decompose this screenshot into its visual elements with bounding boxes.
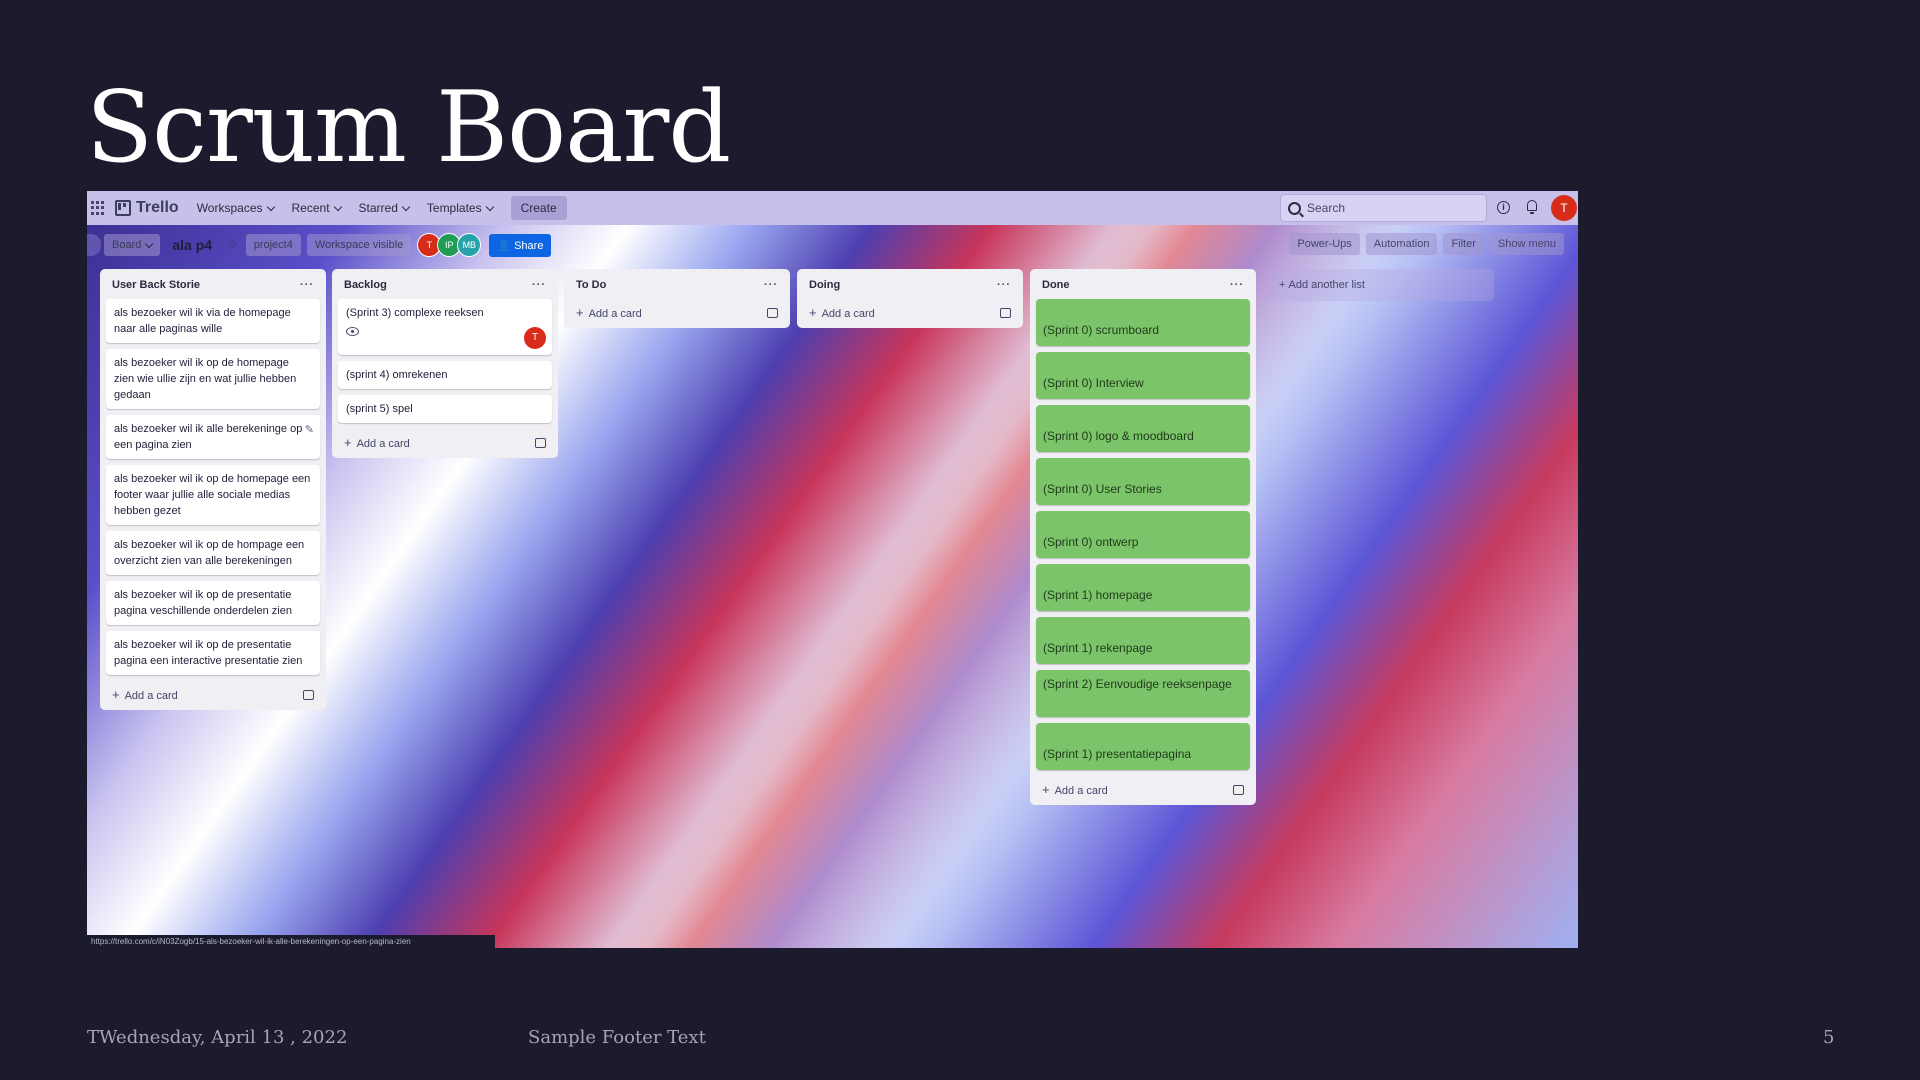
trello-screenshot: Trello Workspaces Recent Starred Templat…	[87, 191, 1578, 948]
plus-icon: +	[112, 687, 120, 702]
nav-templates[interactable]: Templates	[427, 201, 494, 215]
show-menu-button[interactable]: Show menu	[1489, 233, 1564, 255]
card-template-icon[interactable]	[1233, 784, 1244, 795]
list-title[interactable]: Done	[1042, 279, 1070, 291]
chevron-down-icon	[485, 202, 494, 211]
card[interactable]: als bezoeker wil ik via de homepage naar…	[106, 299, 320, 343]
card[interactable]: (Sprint 1) homepage	[1036, 564, 1250, 611]
card[interactable]: als bezoeker wil ik op de hompage een ov…	[106, 531, 320, 575]
list-title[interactable]: Doing	[809, 279, 840, 291]
trello-logo[interactable]: Trello	[115, 199, 179, 217]
plus-icon: +	[809, 305, 817, 320]
avatar[interactable]: T	[1551, 195, 1577, 221]
card[interactable]: (sprint 5) spel	[338, 395, 552, 423]
add-card-button[interactable]: + Add a card	[576, 305, 642, 320]
footer-text: Sample Footer Text	[528, 1027, 706, 1048]
card[interactable]: als bezoeker wil ik alle berekeninge op …	[106, 415, 320, 459]
nav-starred[interactable]: Starred	[359, 201, 411, 215]
sidebar-expand-button[interactable]	[87, 234, 101, 256]
card-template-icon[interactable]	[1000, 307, 1011, 318]
nav-recent[interactable]: Recent	[292, 201, 342, 215]
info-icon[interactable]: i	[1497, 201, 1510, 214]
create-button[interactable]: Create	[510, 196, 567, 220]
card[interactable]: (Sprint 3) complexe reeksen T	[338, 299, 552, 355]
add-card-button[interactable]: + Add a card	[112, 687, 178, 702]
plus-icon: +	[576, 305, 584, 320]
card[interactable]: als bezoeker wil ik op de presentatie pa…	[106, 631, 320, 675]
workspace-button[interactable]: project4	[245, 234, 301, 256]
chevron-down-icon	[333, 202, 342, 211]
card[interactable]: (sprint 4) omrekenen	[338, 361, 552, 389]
share-button[interactable]: 👤 Share	[489, 233, 552, 257]
search-input[interactable]: Search	[1280, 194, 1487, 222]
board-view-switcher[interactable]: Board	[104, 234, 161, 256]
star-icon[interactable]: ☆	[226, 237, 238, 253]
chevron-down-icon	[401, 202, 411, 211]
automation-button[interactable]: Automation	[1365, 233, 1438, 255]
watch-eye-icon	[346, 327, 359, 336]
add-card-button[interactable]: + Add a card	[1042, 782, 1108, 797]
edit-pencil-icon[interactable]: ✎	[305, 422, 314, 438]
list-user-back-storie: User Back Storie ··· als bezoeker wil ik…	[100, 269, 326, 710]
plus-icon: +	[344, 435, 352, 450]
card[interactable]: (Sprint 2) Eenvoudige reeksenpage	[1036, 670, 1250, 717]
card-template-icon[interactable]	[535, 437, 546, 448]
add-card-button[interactable]: + Add a card	[344, 435, 410, 450]
list-title[interactable]: Backlog	[344, 279, 387, 291]
list-done: Done ··· (Sprint 0) scrumboard (Sprint 0…	[1030, 269, 1256, 805]
card-template-icon[interactable]	[767, 307, 778, 318]
visibility-button[interactable]: Workspace visible	[306, 234, 412, 256]
list-title[interactable]: User Back Storie	[112, 279, 200, 291]
board-actions: Power-Ups Automation Filter Show menu	[1289, 233, 1570, 255]
list-backlog: Backlog ··· (Sprint 3) complexe reeksen …	[332, 269, 558, 458]
list-menu-icon[interactable]: ···	[532, 279, 546, 291]
card-member-avatar[interactable]: T	[524, 327, 546, 349]
footer-date: TWednesday, April 13 , 2022	[87, 1027, 348, 1048]
member-avatar[interactable]: MB	[457, 233, 482, 257]
top-nav: Trello Workspaces Recent Starred Templat…	[87, 191, 1578, 225]
card[interactable]: (Sprint 0) User Stories	[1036, 458, 1250, 505]
list-doing: Doing ··· + Add a card	[797, 269, 1023, 328]
card[interactable]: (Sprint 0) scrumboard	[1036, 299, 1250, 346]
power-ups-button[interactable]: Power-Ups	[1289, 233, 1360, 255]
app-switcher-icon[interactable]	[91, 201, 105, 215]
card[interactable]: als bezoeker wil ik op de homepage een f…	[106, 465, 320, 525]
board-header: Board ala p4 ☆ project4 Workspace visibl…	[87, 225, 1578, 265]
add-another-list-button[interactable]: + Add another list	[1269, 269, 1494, 301]
add-card-button[interactable]: + Add a card	[809, 305, 875, 320]
list-menu-icon[interactable]: ···	[300, 279, 314, 291]
board-name[interactable]: ala p4	[172, 237, 212, 253]
status-url: https://trello.com/c/iN03Zogb/15-als-bez…	[87, 935, 495, 948]
card[interactable]: (Sprint 1) presentatiepagina	[1036, 723, 1250, 770]
list-title[interactable]: To Do	[576, 279, 606, 291]
card[interactable]: (Sprint 0) Interview	[1036, 352, 1250, 399]
list-menu-icon[interactable]: ···	[764, 279, 778, 291]
list-menu-icon[interactable]: ···	[1230, 279, 1244, 291]
search-icon	[1288, 201, 1301, 215]
list-to-do: To Do ··· + Add a card	[564, 269, 790, 328]
list-menu-icon[interactable]: ···	[997, 279, 1011, 291]
card[interactable]: (Sprint 0) logo & moodboard	[1036, 405, 1250, 452]
trello-logo-icon	[115, 200, 131, 216]
card[interactable]: (Sprint 0) ontwerp	[1036, 511, 1250, 558]
card[interactable]: als bezoeker wil ik op de presentatie pa…	[106, 581, 320, 625]
plus-icon: +	[1042, 782, 1050, 797]
slide-title: Scrum Board	[86, 71, 731, 185]
card[interactable]: als bezoeker wil ik op de homepage zien …	[106, 349, 320, 409]
chevron-down-icon	[145, 239, 154, 248]
filter-button[interactable]: Filter	[1443, 233, 1484, 255]
card-template-icon[interactable]	[303, 689, 314, 700]
nav-workspaces[interactable]: Workspaces	[197, 201, 275, 215]
card[interactable]: (Sprint 1) rekenpage	[1036, 617, 1250, 664]
bell-icon[interactable]	[1527, 200, 1537, 214]
chevron-down-icon	[266, 202, 275, 211]
page-number: 5	[1823, 1027, 1835, 1048]
board-members: T IP MB	[417, 233, 482, 257]
